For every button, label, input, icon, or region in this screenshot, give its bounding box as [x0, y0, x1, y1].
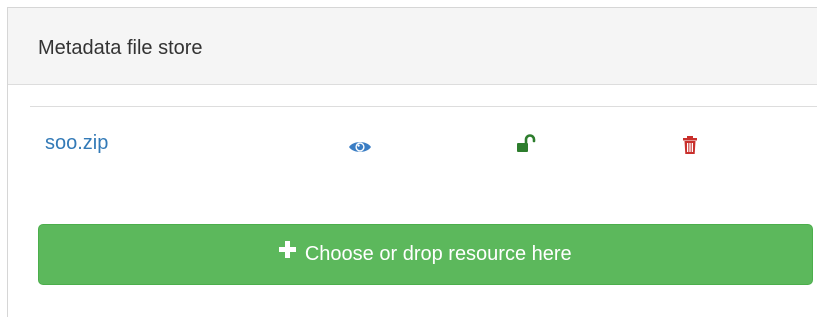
panel-heading: Metadata file store	[8, 8, 817, 85]
upload-resource-button[interactable]: Choose or drop resource here	[38, 224, 813, 285]
file-name-link[interactable]: soo.zip	[45, 131, 108, 155]
panel-title: Metadata file store	[38, 37, 203, 59]
eye-icon[interactable]	[348, 137, 372, 157]
unlock-icon[interactable]	[514, 134, 538, 154]
trash-icon[interactable]	[678, 135, 702, 155]
table-row: soo.zip	[30, 107, 817, 187]
plus-icon	[279, 223, 297, 282]
upload-button-label: Choose or drop resource here	[304, 243, 572, 266]
file-table: soo.zip	[30, 106, 817, 187]
